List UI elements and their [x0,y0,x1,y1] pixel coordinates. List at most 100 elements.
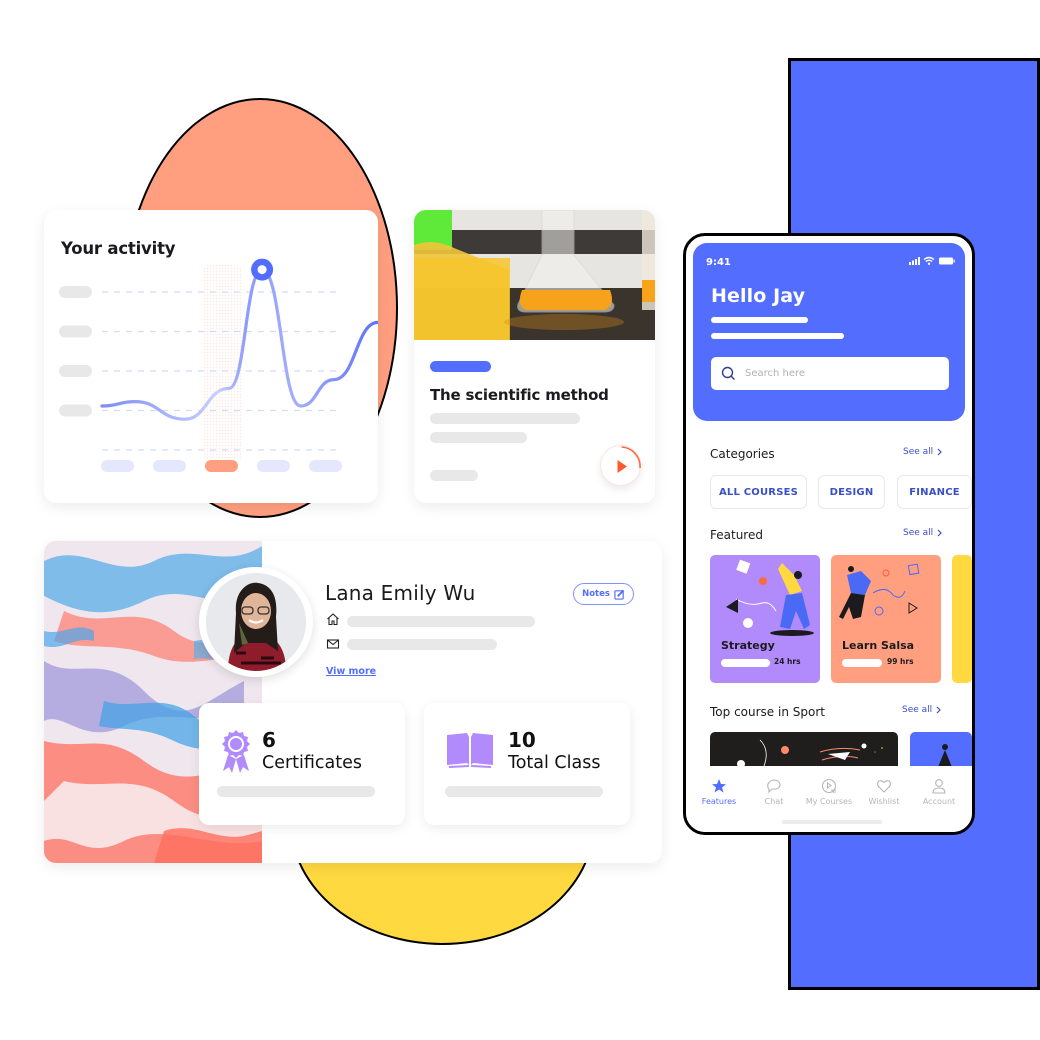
total-class-stat: 10 Total Class [424,703,630,825]
category-chip-design[interactable]: DESIGN [818,475,885,509]
chevron-right-icon [937,448,943,456]
strategy-illustration [726,559,814,636]
avatar[interactable] [199,567,313,677]
activity-chart [59,258,378,472]
battery-icon [939,257,955,265]
tab-my-courses[interactable]: My Courses [799,778,859,806]
phone-mockup: 9:41 Hello Jay Categories See all ALL CO… [683,233,975,835]
status-icons [909,256,955,265]
course-card[interactable]: The scientific method [414,210,655,503]
tab-wishlist[interactable]: Wishlist [854,778,914,806]
tab-label: My Courses [805,797,853,806]
featured-title-label: Strategy [721,639,775,652]
x-tick-label-placeholder [101,460,134,472]
mail-icon [326,639,340,649]
edit-icon [614,589,625,600]
email-placeholder [347,639,497,650]
progress-bar [842,659,882,667]
chevron-right-icon [936,706,942,714]
featured-see-all[interactable]: See all [903,528,943,538]
search-icon [721,366,735,380]
x-tick-label-placeholder [153,460,186,472]
view-more-link[interactable]: Viw more [326,666,376,677]
featured-title: Featured [710,528,763,542]
y-tick-label-placeholder [59,286,92,298]
featured-card-partial[interactable] [952,555,972,683]
featured-card-strategy[interactable]: Strategy 24 hrs [710,555,820,683]
placeholder-line [445,786,603,797]
course-tag [430,361,491,372]
highlight-column [202,265,242,460]
tab-label: Account [922,797,956,806]
course-title: The scientific method [430,386,609,404]
total-class-label: Total Class [508,753,601,773]
highlight-point-center [257,265,267,275]
play-icon [617,446,641,473]
user-icon [932,779,946,794]
search-input[interactable] [745,368,925,379]
open-book-icon [447,733,493,768]
tab-chat[interactable]: Chat [744,778,804,806]
certificates-label: Certificates [262,753,363,773]
categories-see-all[interactable]: See all [903,447,943,457]
profile-card: Lana Emily Wu Notes Viw more 6 Certifica… [44,541,662,863]
home-indicator [782,820,882,824]
total-class-count: 10 [508,728,536,752]
y-tick-label-placeholder [59,404,92,417]
see-all-label: See all [903,447,934,457]
chevron-right-icon [937,529,943,537]
tab-label: Features [701,797,737,806]
salsa-illustration [839,563,920,619]
category-chip-finance[interactable]: FINANCE [897,475,972,509]
featured-hours: 24 hrs [774,657,801,666]
play-button[interactable] [600,445,641,486]
sport-see-all[interactable]: See all [902,705,942,715]
featured-title-label: Learn Salsa [842,639,915,652]
x-tick-label-placeholder [309,460,342,472]
y-tick-label-placeholder [59,325,92,338]
profile-name: Lana Emily Wu [325,581,476,605]
tab-features[interactable]: Features [689,778,749,806]
search-bar[interactable] [711,357,949,390]
category-chip-all-courses[interactable]: ALL COURSES [710,475,807,509]
categories-title: Categories [710,447,775,461]
tab-account[interactable]: Account [909,778,969,806]
heart-icon [876,780,892,793]
home-icon [327,613,339,626]
award-ribbon-icon [222,730,250,773]
chat-icon [767,779,781,794]
see-all-label: See all [903,528,934,538]
profile-photo [206,573,306,671]
placeholder-line [711,333,844,339]
placeholder-line [217,786,375,797]
bottom-tab-bar: Features Chat My Courses Wishlist Accoun… [686,766,972,832]
y-tick-label-placeholder [59,365,92,377]
placeholder-line [430,432,527,443]
activity-card: Your activity [44,210,378,503]
certificates-count: 6 [262,728,276,752]
signal-icon [909,257,920,265]
featured-card-learn-salsa[interactable]: Learn Salsa 99 hrs [831,555,941,683]
course-photo [414,210,655,340]
placeholder-line [430,413,580,424]
play-list-icon [821,778,837,794]
phone-header: 9:41 Hello Jay [693,243,965,421]
wifi-icon [923,256,935,265]
tab-label: Chat [764,797,784,806]
progress-bar [721,659,770,667]
notes-button-label: Notes [582,589,610,599]
star-icon [712,779,726,793]
lab-flasks-image [414,210,655,340]
certificates-stat: 6 Certificates [199,703,405,825]
placeholder-line [430,470,478,481]
x-tick-label-placeholder [205,460,238,472]
x-tick-label-placeholder [257,460,290,472]
notes-button[interactable]: Notes [573,583,634,605]
tab-label: Wishlist [868,797,900,806]
status-time: 9:41 [706,257,731,268]
address-placeholder [347,616,535,627]
see-all-label: See all [902,705,933,715]
featured-hours: 99 hrs [887,657,914,666]
greeting: Hello Jay [711,285,806,307]
placeholder-line [711,317,808,323]
